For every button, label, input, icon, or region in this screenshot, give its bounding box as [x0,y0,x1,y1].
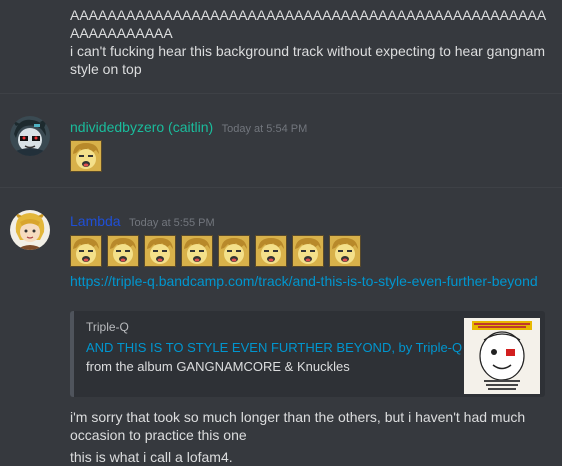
emoji-icon[interactable] [70,235,102,267]
avatar[interactable] [10,210,50,250]
emoji-icon[interactable] [70,140,102,172]
timestamp: Today at 5:55 PM [129,217,215,229]
emoji-icon[interactable] [144,235,176,267]
avatar-image [10,116,50,156]
emoji-icon[interactable] [329,235,361,267]
emoji-icon[interactable] [292,235,324,267]
avatar-image [10,210,50,250]
message-line: i can't fucking hear this background tra… [70,43,546,77]
message-divider [0,93,562,94]
embed-title[interactable]: AND THIS IS TO STYLE EVEN FURTHER BEYOND… [86,340,462,355]
message-header: Lambda Today at 5:55 PM [70,213,215,231]
username[interactable]: ndividedbyzero (caitlin) [70,119,213,135]
embed-thumbnail[interactable] [464,318,540,394]
link-container: https://triple-q.bandcamp.com/track/and-… [70,272,550,291]
track-link[interactable]: https://triple-q.bandcamp.com/track/and-… [70,273,538,289]
album-art-image [464,318,540,394]
message-content: AAAAAAAAAAAAAAAAAAAAAAAAAAAAAAAAAAAAAAAA… [70,6,555,78]
emoji-row [70,140,107,172]
timestamp: Today at 5:54 PM [221,123,308,135]
emoji-icon[interactable] [181,235,213,267]
emoji-icon[interactable] [107,235,139,267]
message-header: ndividedbyzero (caitlin) Today at 5:54 P… [70,119,307,137]
emoji-row [70,235,366,267]
embed-description: from the album GANGNAMCORE & Knuckles [86,359,350,374]
avatar[interactable] [10,116,50,156]
link-embed: Triple-Q AND THIS IS TO STYLE EVEN FURTH… [70,311,545,397]
username[interactable]: Lambda [70,213,121,229]
emoji-icon[interactable] [255,235,287,267]
emoji-icon[interactable] [218,235,250,267]
message-line: AAAAAAAAAAAAAAAAAAAAAAAAAAAAAAAAAAAAAAAA… [70,7,547,41]
embed-provider[interactable]: Triple-Q [86,320,129,334]
message-line: i'm sorry that took so much longer than … [70,409,526,443]
message-content: i'm sorry that took so much longer than … [70,408,555,466]
message-line: this is what i call a lofam4. [70,449,233,465]
message-divider [0,187,562,188]
